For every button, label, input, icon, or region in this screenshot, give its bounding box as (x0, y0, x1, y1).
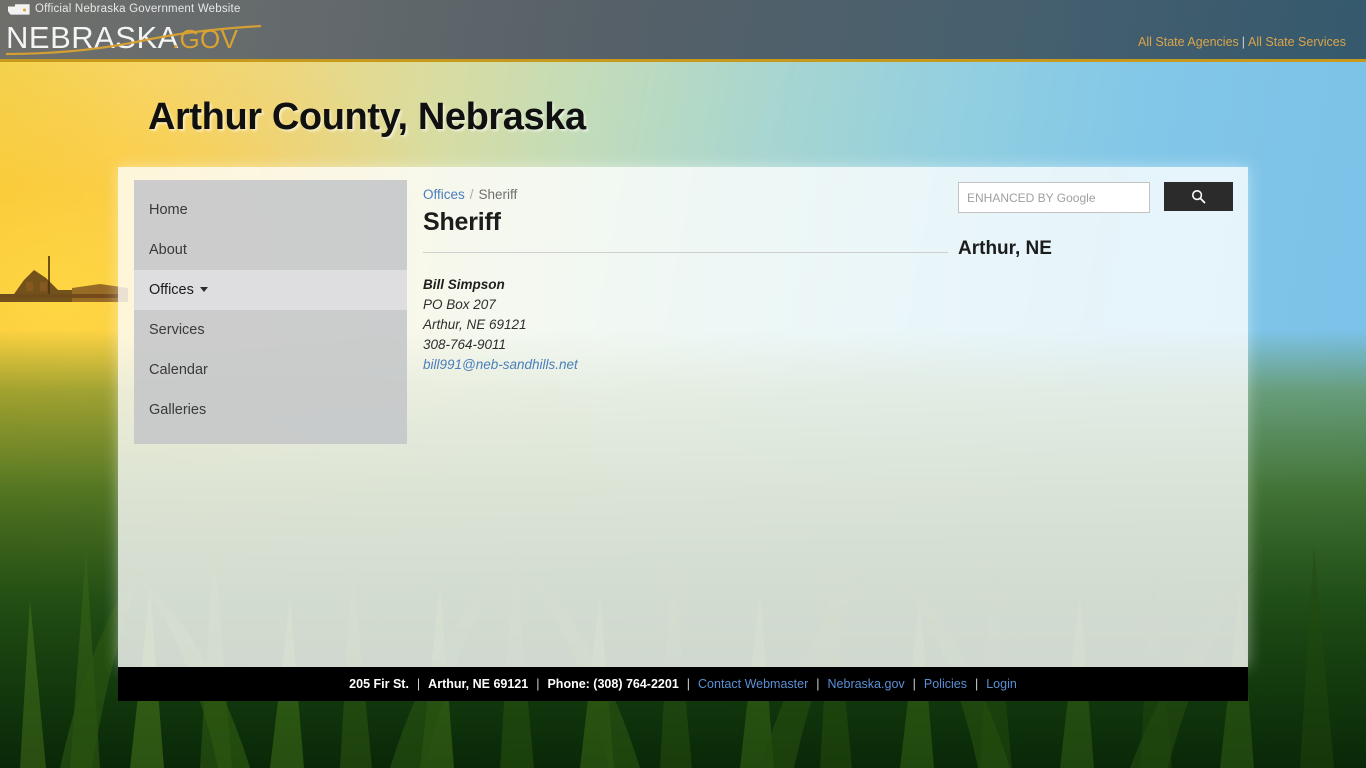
footer-link-contact-webmaster[interactable]: Contact Webmaster (698, 677, 808, 691)
official-website-label: Official Nebraska Government Website (8, 3, 241, 15)
breadcrumb-separator: / (469, 187, 474, 202)
sidebar-item-calendar[interactable]: Calendar (134, 350, 407, 390)
sidebar-item-label: Services (149, 322, 205, 338)
breadcrumb-link-offices[interactable]: Offices (423, 187, 465, 202)
contact-address-line1: PO Box 207 (423, 297, 496, 312)
sidebar-item-offices[interactable]: Offices (134, 270, 407, 310)
sidebar-item-label: Home (149, 202, 188, 218)
footer-bar: 205 Fir St. | Arthur, NE 69121 | Phone: … (118, 667, 1248, 701)
right-column: Arthur, NE (958, 182, 1233, 260)
footer-phone: Phone: (308) 764-2201 (547, 677, 679, 691)
footer-separator: | (416, 677, 421, 691)
sidebar-item-services[interactable]: Services (134, 310, 407, 350)
official-website-text: Official Nebraska Government Website (35, 3, 241, 15)
sidebar-nav: Home About Offices Services Calendar Gal… (134, 180, 407, 444)
sidebar-item-label: Offices (149, 282, 194, 298)
search-button[interactable] (1163, 182, 1233, 211)
sidebar-item-about[interactable]: About (134, 230, 407, 270)
sidebar-item-label: About (149, 242, 187, 258)
contact-name: Bill Simpson (423, 277, 505, 292)
footer-city-state-zip: Arthur, NE 69121 (428, 677, 529, 691)
search-input[interactable] (958, 182, 1150, 213)
nebraska-gov-logo[interactable]: NEBRASKA .GOV (6, 20, 326, 56)
breadcrumb: Offices / Sheriff (423, 187, 948, 202)
footer-address: 205 Fir St. (349, 677, 409, 691)
search-icon (1191, 189, 1206, 204)
breadcrumb-current: Sheriff (478, 187, 518, 202)
footer-separator: | (536, 677, 540, 691)
footer-link-login[interactable]: Login (986, 677, 1017, 691)
state-header: Official Nebraska Government Website NEB… (0, 0, 1366, 62)
contact-email-link[interactable]: bill991@neb-sandhills.net (423, 357, 578, 372)
footer-separator: | (686, 677, 691, 691)
footer-link-nebraska-gov[interactable]: Nebraska.gov (828, 677, 905, 691)
sidebar-item-label: Galleries (149, 402, 207, 418)
chevron-down-icon (199, 287, 208, 292)
footer-separator: | (974, 677, 979, 691)
state-links-nav: All State Agencies | All State Services (1138, 35, 1346, 49)
location-label: Arthur, NE (958, 238, 1052, 259)
contact-block: Bill Simpson PO Box 207 Arthur, NE 69121… (423, 275, 948, 375)
state-links-separator: | (1241, 35, 1246, 49)
content-panel: Home About Offices Services Calendar Gal… (118, 167, 1248, 667)
sidebar-item-galleries[interactable]: Galleries (134, 390, 407, 430)
contact-phone: 308-764-9011 (423, 337, 507, 352)
search-row (958, 182, 1233, 213)
footer-separator: | (816, 677, 820, 691)
footer-link-policies[interactable]: Policies (924, 677, 967, 691)
main-column: Offices / Sheriff Sheriff Bill Simpson PO … (423, 187, 948, 375)
page-title: Arthur County, Nebraska (148, 96, 586, 138)
footer-separator: | (912, 677, 916, 691)
sidebar-item-home[interactable]: Home (134, 190, 407, 230)
nebraska-state-outline-icon (8, 3, 30, 15)
all-state-agencies-link[interactable]: All State Agencies (1138, 35, 1239, 49)
all-state-services-link[interactable]: All State Services (1248, 35, 1346, 49)
sidebar-item-label: Calendar (149, 362, 208, 378)
section-heading: Sheriff (423, 208, 948, 253)
contact-address-line2: Arthur, NE 69121 (423, 317, 527, 332)
